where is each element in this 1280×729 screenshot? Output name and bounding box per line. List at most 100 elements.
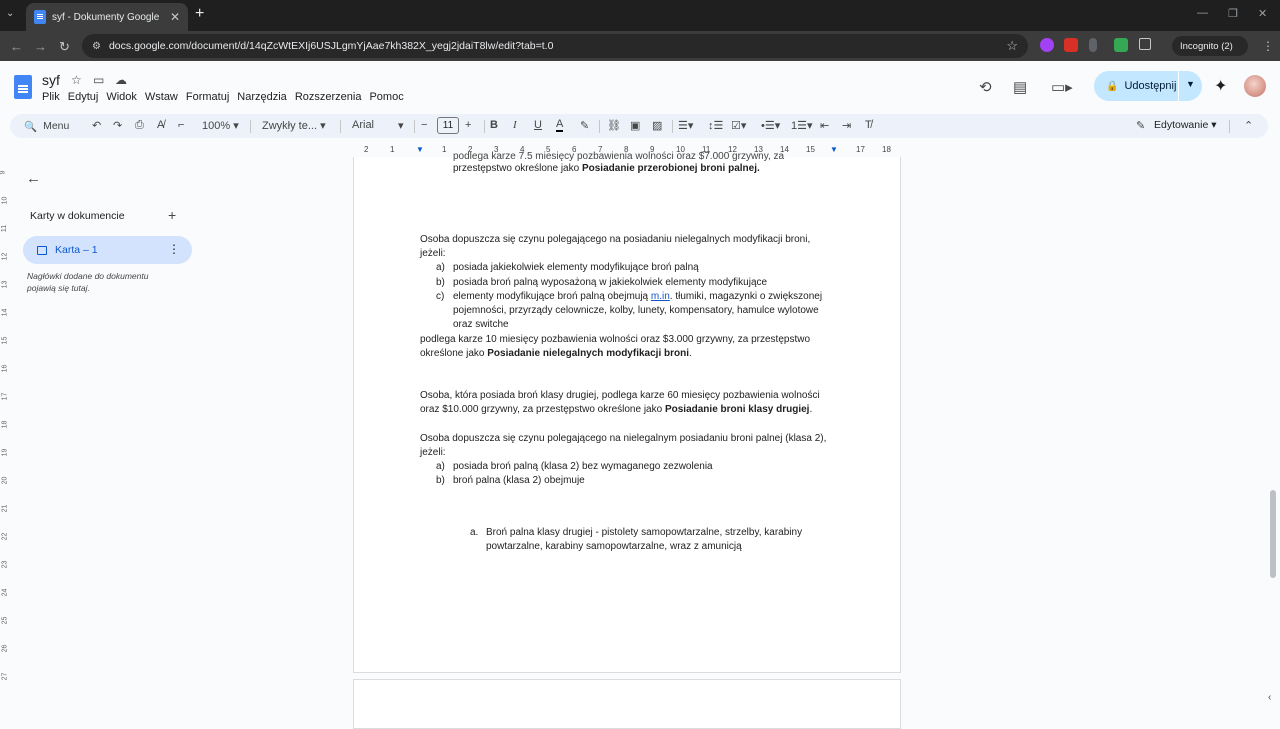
spellcheck-icon[interactable]: A̸	[157, 119, 164, 131]
comments-icon[interactable]: ▤	[1013, 78, 1027, 96]
close-sidebar-back-icon[interactable]: ←	[26, 170, 41, 187]
extensions-puzzle-icon[interactable]	[1139, 38, 1151, 50]
italic-icon[interactable]: I	[513, 119, 517, 131]
font-value: Arial	[352, 119, 375, 131]
scroll-arrow-icon[interactable]: ‹	[1268, 692, 1271, 703]
adblock-icon[interactable]	[1064, 38, 1078, 52]
menu-view[interactable]: Widok	[106, 91, 137, 103]
highlight-icon[interactable]: ✎	[580, 119, 589, 132]
incognito-indicator[interactable]: Incognito (2)	[1172, 36, 1248, 56]
insert-image-icon[interactable]: ▨	[652, 119, 662, 132]
avatar[interactable]	[1244, 75, 1266, 97]
vertical-scrollbar[interactable]	[1270, 490, 1276, 578]
cloud-saved-icon[interactable]: ☁	[115, 73, 127, 87]
url-field[interactable]: ⚙ docs.google.com/document/d/14qZcWtEXIj…	[82, 34, 1028, 58]
bookmark-star-icon[interactable]: ☆	[1006, 38, 1018, 54]
browser-tab-strip: ⌄ syf - Dokumenty Google ✕ + — ❐ ✕	[0, 0, 1280, 31]
site-info-icon[interactable]: ⚙	[92, 41, 101, 52]
text-run: .	[809, 404, 813, 415]
browser-tab[interactable]: syf - Dokumenty Google ✕	[26, 3, 188, 31]
version-history-icon[interactable]: ⟲	[979, 78, 992, 96]
print-icon[interactable]: ⎙	[135, 119, 144, 132]
inline-link[interactable]: m.in	[651, 291, 670, 302]
list-marker: b)	[436, 277, 445, 288]
menu-format[interactable]: Formatuj	[186, 91, 229, 103]
checklist-icon[interactable]: ☑▾	[731, 119, 746, 132]
close-window-icon[interactable]: ✕	[1258, 7, 1267, 20]
font-select[interactable]: Arial ▾	[352, 119, 407, 132]
increase-indent-icon[interactable]: ⇥	[842, 119, 851, 132]
extension-3-icon[interactable]	[1089, 38, 1097, 52]
font-size-input[interactable]: 11	[437, 117, 459, 134]
collapse-menus-icon[interactable]: ⌃	[1244, 119, 1253, 132]
document-title[interactable]: syf	[42, 72, 60, 88]
add-comment-icon[interactable]: ▣	[630, 119, 640, 132]
ruler-tick: 2	[364, 145, 369, 154]
document-page[interactable]: podlega karze 7.5 miesięcy pozbawienia w…	[353, 151, 901, 673]
bulleted-list-icon[interactable]: •☰▾	[761, 119, 780, 132]
offense-name: Posiadanie nielegalnych modyfikacji bron…	[487, 348, 689, 359]
share-button[interactable]: 🔒 Udostępnij ▼	[1094, 71, 1202, 101]
line-spacing-icon[interactable]: ↕☰	[708, 119, 723, 132]
style-select[interactable]: Zwykły te... ▾	[262, 119, 332, 132]
underline-icon[interactable]: U	[534, 119, 542, 131]
editing-mode-select[interactable]: Edytowanie ▾	[1154, 119, 1217, 131]
zoom-value: 100%	[202, 120, 231, 132]
text-color-icon[interactable]: A	[556, 119, 564, 132]
tab-search-dropdown-icon[interactable]: ⌄	[6, 8, 14, 19]
sidebar-tab-karta-1[interactable]: Karta – 1 ⋮	[23, 236, 192, 264]
list-marker: b)	[436, 475, 445, 486]
reload-icon[interactable]: ↻	[59, 39, 70, 55]
body-line: jeżeli:	[420, 447, 446, 458]
browser-tab-title: syf - Dokumenty Google	[52, 11, 160, 23]
numbered-list-icon[interactable]: 1☰▾	[791, 119, 813, 132]
menu-file[interactable]: Plik	[42, 91, 60, 103]
add-tab-icon[interactable]: +	[168, 207, 176, 223]
toolbar-divider	[484, 120, 485, 133]
right-indent-marker-icon[interactable]: ▼	[830, 145, 838, 154]
menu-extensions[interactable]: Rozszerzenia	[295, 91, 362, 103]
decrease-indent-icon[interactable]: ⇤	[820, 119, 829, 132]
increase-font-size-icon[interactable]: +	[465, 119, 471, 131]
gemini-icon[interactable]: ✦	[1214, 76, 1227, 96]
menu-insert[interactable]: Wstaw	[145, 91, 178, 103]
docs-logo-icon[interactable]	[14, 75, 32, 99]
body-line: oraz $10.000 grzywny, za przestępstwo ok…	[420, 403, 812, 417]
decrease-font-size-icon[interactable]: −	[421, 119, 427, 131]
shield-icon[interactable]	[1114, 38, 1128, 52]
list-marker: c)	[436, 291, 445, 302]
menu-tools[interactable]: Narzędzia	[237, 91, 287, 103]
vertical-ruler[interactable]: 9 10 11 12 13 14 15 16 17 18 19 20 21 22…	[0, 157, 10, 720]
clear-formatting-icon[interactable]: T̸	[865, 119, 872, 131]
menu-edit[interactable]: Edytuj	[68, 91, 99, 103]
link-icon[interactable]: ⛓	[607, 119, 621, 132]
tab-options-icon[interactable]: ⋮	[168, 242, 180, 256]
list-item: posiada broń palną (klasa 2) bez wymagan…	[453, 461, 713, 472]
share-dropdown-icon[interactable]: ▼	[1186, 79, 1195, 89]
minimize-icon[interactable]: —	[1197, 7, 1208, 19]
browser-menu-icon[interactable]: ⋮	[1262, 39, 1274, 53]
left-indent-marker-icon[interactable]: ▼	[416, 145, 424, 154]
body-line: Osoba dopuszcza się czynu polegającego n…	[420, 234, 811, 245]
new-tab-icon[interactable]: +	[195, 5, 204, 23]
restore-icon[interactable]: ❐	[1228, 7, 1238, 20]
menu-help[interactable]: Pomoc	[369, 91, 403, 103]
docs-header: syf ☆ ▭ ☁ Plik Edytuj Widok Wstaw Format…	[0, 61, 1280, 111]
redo-icon[interactable]: ↷	[113, 119, 122, 132]
lock-icon: 🔒	[1106, 80, 1119, 92]
forward-icon[interactable]: →	[34, 39, 47, 54]
paint-format-icon[interactable]: ⌐	[178, 119, 184, 131]
meet-icon[interactable]: ▭▸	[1051, 78, 1073, 96]
bold-icon[interactable]: B	[490, 119, 498, 131]
offense-name: Posiadanie broni klasy drugiej	[664, 404, 810, 415]
close-tab-icon[interactable]: ✕	[170, 10, 180, 24]
back-icon[interactable]: ←	[10, 39, 23, 54]
next-document-page[interactable]	[353, 679, 901, 729]
menu-search[interactable]: 🔍 Menu	[16, 117, 88, 135]
align-icon[interactable]: ☰▾	[678, 119, 693, 132]
star-icon[interactable]: ☆	[71, 73, 82, 87]
undo-icon[interactable]: ↶	[92, 119, 101, 132]
move-folder-icon[interactable]: ▭	[93, 73, 104, 87]
zoom-select[interactable]: 100% ▾	[202, 119, 239, 132]
extension-1-icon[interactable]	[1040, 38, 1054, 52]
